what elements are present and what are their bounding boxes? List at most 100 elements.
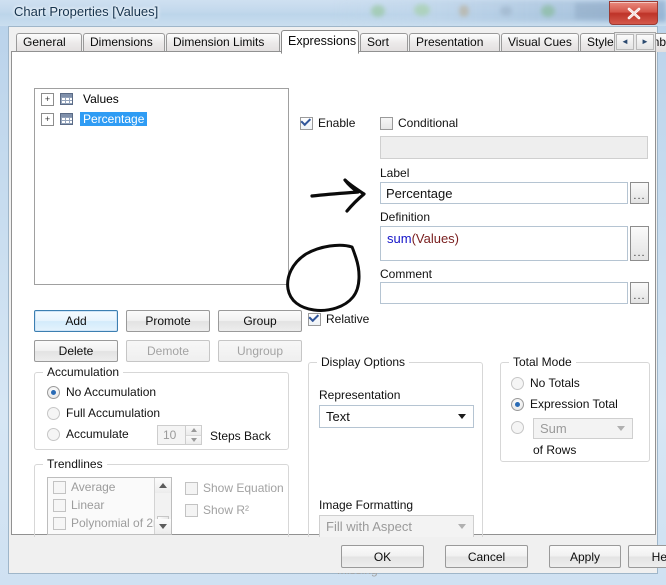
show-r2-checkbox[interactable]: Show R² [185,503,249,517]
tab-dimensions[interactable]: Dimensions [83,33,165,52]
expression-label: Values [83,92,119,106]
image-formatting-label: Image Formatting [319,498,414,512]
checkbox-box [308,312,321,326]
trendline-label: Average [71,480,116,494]
chevron-down-icon [458,414,466,419]
dialog-client-area: General Dimensions Dimension Limits Expr… [8,26,666,577]
ok-button[interactable]: OK [341,545,424,568]
demote-button[interactable]: Demote [126,340,210,362]
group-button[interactable]: Group [218,310,302,332]
trendlines-list[interactable]: Average Linear Polynomial of 2nd d Polyn… [47,477,172,535]
trendlines-scrollbar[interactable] [154,478,171,534]
titlebar-background-blur [371,3,620,19]
radio-dot [47,427,60,441]
checkbox-box[interactable] [53,535,66,536]
image-formatting-value: Fill with Aspect [326,519,412,534]
dialog-window: Chart Properties [Values] General Dimens… [0,0,666,585]
definition-argument-token: (Values) [411,231,460,246]
ungroup-button[interactable]: Ungroup [218,340,302,362]
representation-select[interactable]: Text [319,405,474,428]
expression-icon [60,113,73,125]
delete-button[interactable]: Delete [34,340,118,362]
dialog-footer: OK Cancel Apply Help [11,537,666,573]
help-button[interactable]: Help [628,545,666,568]
comment-caption: Comment [380,267,433,281]
promote-button[interactable]: Promote [126,310,210,332]
radio-aggregation[interactable] [511,421,530,434]
show-equation-label: Show Equation [203,481,284,495]
apply-button[interactable]: Apply [549,545,621,568]
list-item[interactable]: Linear [48,496,171,514]
cancel-button[interactable]: Cancel [445,545,528,568]
show-r2-label: Show R² [203,503,250,517]
scroll-down-icon[interactable] [155,519,171,534]
radio-full-accumulation[interactable]: Full Accumulation [47,406,160,420]
tab-scroll-prev-icon[interactable]: ◄ [616,34,634,50]
expression-label: Percentage [80,112,148,126]
relative-checkbox[interactable]: Relative [308,312,369,326]
expand-icon[interactable]: + [41,112,54,126]
radio-expression-total[interactable]: Expression Total [511,397,618,411]
trendline-label: Polynomial of 3rd d [71,534,172,535]
accumulation-caption: Accumulation [43,365,124,379]
conditional-input[interactable] [380,136,648,159]
image-formatting-select[interactable]: Fill with Aspect [319,515,474,538]
radio-label: Accumulate [66,427,129,441]
tab-presentation[interactable]: Presentation [409,33,500,52]
tab-expressions[interactable]: Expressions [281,30,359,54]
checkbox-box[interactable] [53,498,66,512]
radio-accumulate[interactable]: Accumulate [47,427,129,441]
definition-browse-button[interactable]: ... [630,226,649,261]
title-bar: Chart Properties [Values] [0,0,666,26]
definition-input[interactable]: sum(Values) [380,226,628,261]
add-button[interactable]: Add [34,310,118,332]
show-equation-checkbox[interactable]: Show Equation [185,481,284,495]
radio-label: No Totals [530,376,580,390]
checkbox-box[interactable] [53,480,66,494]
tab-visual-cues[interactable]: Visual Cues [501,33,579,52]
expression-list[interactable]: + Values + Percentage [34,88,289,285]
radio-dot [47,406,60,420]
radio-label: Expression Total [530,397,618,411]
steps-back-stepper[interactable]: 10 [157,425,202,445]
radio-dot [511,376,524,390]
radio-label: Full Accumulation [66,406,161,420]
tab-general[interactable]: General [16,33,82,52]
list-item[interactable]: + Values [35,89,288,109]
list-item[interactable]: Average [48,478,171,496]
checkbox-box [185,503,198,517]
chevron-down-icon [617,426,625,431]
aggregation-select[interactable]: Sum [533,418,633,439]
scroll-up-icon[interactable] [155,478,171,493]
stepper-down-icon[interactable] [186,435,201,444]
expand-icon[interactable]: + [41,92,54,106]
tab-dimension-limits[interactable]: Dimension Limits [166,33,280,52]
display-options-caption: Display Options [317,355,410,369]
label-input[interactable]: Percentage [380,182,628,204]
stepper-up-icon[interactable] [186,426,201,436]
list-item[interactable]: + Percentage [35,109,288,129]
radio-label: No Accumulation [66,385,157,399]
list-item[interactable]: Polynomial of 2nd d [48,514,171,532]
close-icon[interactable] [609,1,658,25]
comment-input[interactable] [380,282,628,304]
enable-label: Enable [318,116,356,130]
trendlines-caption: Trendlines [43,457,107,471]
list-item[interactable]: Polynomial of 3rd d [48,532,172,536]
label-browse-button[interactable]: ... [630,182,649,204]
definition-caption: Definition [380,210,431,224]
comment-browse-button[interactable]: ... [630,282,649,304]
tab-strip: General Dimensions Dimension Limits Expr… [10,29,666,54]
enable-checkbox[interactable]: Enable [300,116,355,130]
tab-sort[interactable]: Sort [360,33,408,52]
tab-scroll-next-icon[interactable]: ► [636,34,654,50]
radio-no-accumulation[interactable]: No Accumulation [47,385,156,399]
radio-dot [47,385,60,399]
conditional-checkbox[interactable]: Conditional [380,116,458,130]
representation-label: Representation [319,388,401,402]
radio-no-totals[interactable]: No Totals [511,376,580,390]
checkbox-box[interactable] [53,516,66,530]
conditional-label: Conditional [398,116,459,130]
checkbox-box [300,116,313,130]
checkbox-box [185,481,198,495]
